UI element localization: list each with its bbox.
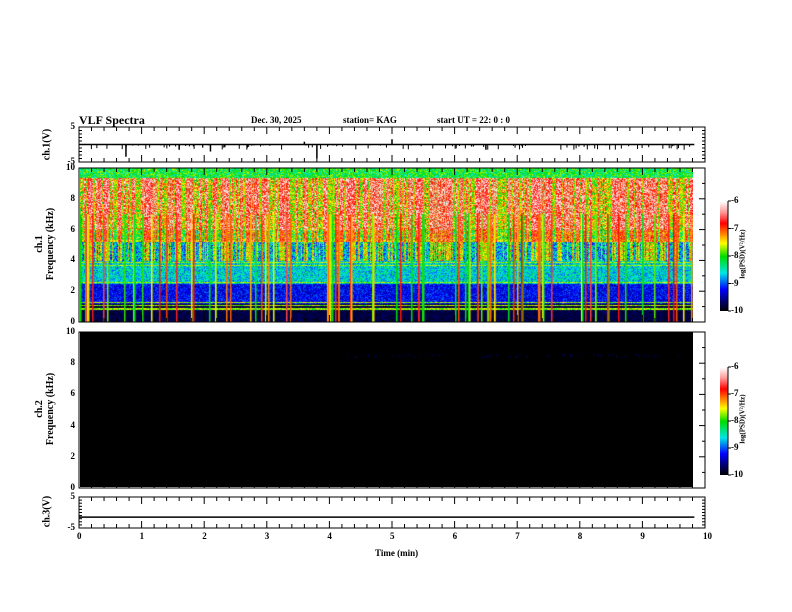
colorbar-tick-label: -8 — [731, 250, 739, 260]
y-tick-label: 4 — [70, 254, 76, 265]
colorbar-tick-label: -7 — [731, 388, 739, 398]
y-tick-label: 5 — [70, 121, 76, 131]
x-tick-label: 3 — [264, 531, 270, 541]
panel-frame — [78, 331, 706, 489]
y-tick-label: -5 — [67, 522, 76, 532]
y-tick-label: 2 — [70, 285, 76, 296]
colorbar-tick-label: -9 — [731, 442, 739, 452]
ch3-voltage-ylabel: ch.3(V) — [41, 495, 53, 528]
x-tick-label: 1 — [139, 531, 145, 541]
y-tick-label: 8 — [70, 192, 76, 203]
y-tick-label: 5 — [70, 491, 76, 501]
y-tick-label: 10 — [66, 162, 75, 172]
colorbar-tick-label: -8 — [731, 415, 739, 425]
panel-frame — [78, 167, 706, 323]
y-tick-label: 0 — [70, 316, 76, 326]
y-tick-label: 6 — [70, 388, 76, 399]
x-tick-label: 10 — [703, 531, 712, 541]
y-tick-label: 10 — [66, 326, 75, 336]
ch1-colorbar-label: log(PSD)(V²/Hz) — [738, 229, 747, 279]
x-tick-label: 2 — [202, 531, 207, 541]
y-tick-label: 4 — [70, 419, 76, 430]
colorbar-tick-label: -6 — [731, 361, 739, 371]
colorbar-tick-label: -7 — [731, 222, 739, 233]
colorbar-tick-label: -10 — [731, 469, 743, 479]
time-xlabel: Time (min) — [375, 548, 419, 558]
colorbar-tick-label: -10 — [731, 305, 743, 315]
vlf-spectra-figure: VLF Spectra Dec. 30, 2025 station= KAG s… — [0, 0, 792, 612]
axes-layer — [78, 126, 731, 529]
ch2-colorbar-label: log(PSD)(V²/Hz) — [738, 394, 747, 444]
y-tick-label: 8 — [70, 357, 76, 368]
colorbar-tick-label: -9 — [731, 277, 739, 288]
colorbar-tick-label: -6 — [731, 195, 739, 205]
x-tick-label: 8 — [577, 531, 583, 541]
ch2-frequency-ylabel: ch.2 Frequency (kHz) — [34, 372, 56, 446]
x-tick-label: 4 — [327, 531, 332, 541]
ch1-frequency-ylabel: ch.1 Frequency (kHz) — [34, 207, 56, 281]
y-tick-label: 6 — [70, 223, 76, 234]
x-tick-label: 9 — [640, 531, 645, 541]
x-tick-label: 0 — [77, 531, 82, 541]
x-tick-label: 6 — [452, 531, 458, 541]
x-tick-label: 5 — [390, 531, 395, 541]
ch1-voltage-ylabel: ch.1(V) — [41, 128, 53, 161]
x-tick-label: 7 — [515, 531, 520, 541]
y-tick-label: 2 — [70, 450, 76, 461]
